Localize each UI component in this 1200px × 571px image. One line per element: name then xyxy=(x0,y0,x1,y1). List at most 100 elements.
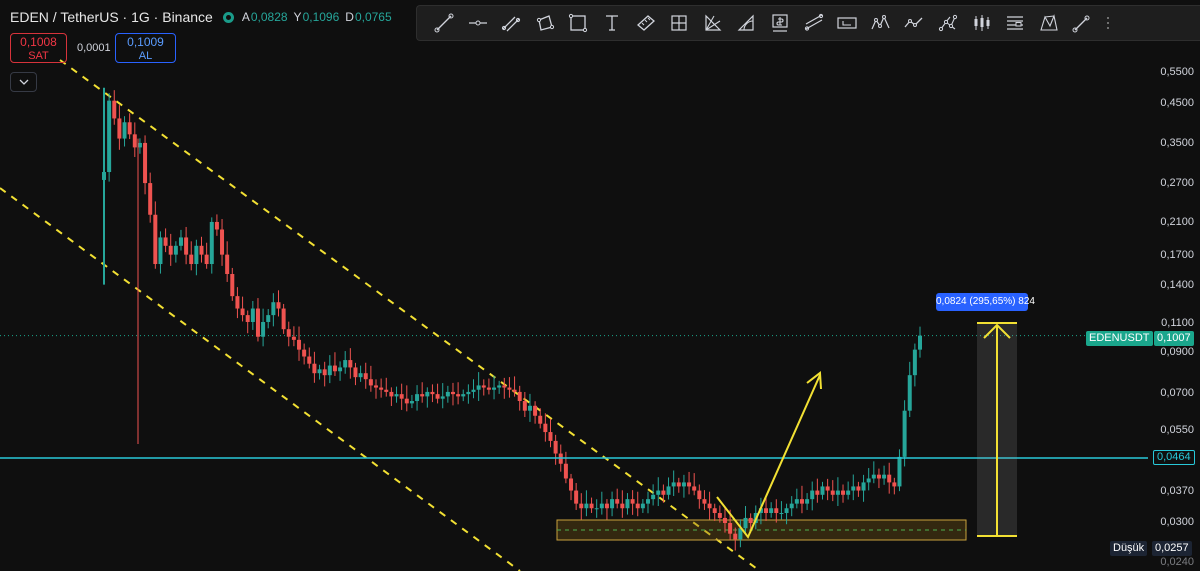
candle-body xyxy=(497,385,502,388)
candle-body xyxy=(779,513,784,515)
low-price-tag: 0,0257 xyxy=(1152,541,1192,556)
axis-tick: 0,1700 xyxy=(1160,249,1194,261)
xabcd-pattern-icon[interactable] xyxy=(1036,10,1062,36)
candle xyxy=(553,434,558,465)
candle xyxy=(671,470,676,497)
candle-body xyxy=(599,503,604,509)
toolbar-grip-icon[interactable] xyxy=(1103,10,1113,36)
candle-body xyxy=(471,389,476,392)
channel-upper-line xyxy=(59,59,761,571)
candle xyxy=(358,365,363,382)
symbol-title[interactable]: EDEN / TetherUS · 1G · Binance xyxy=(10,9,213,25)
candle xyxy=(830,480,835,502)
ruler-icon[interactable] xyxy=(633,10,659,36)
candle xyxy=(866,468,871,491)
text-cursor-icon[interactable] xyxy=(599,10,625,36)
long-position-icon[interactable] xyxy=(801,10,827,36)
candle xyxy=(918,326,922,358)
candle xyxy=(876,468,881,489)
candle xyxy=(502,377,507,399)
candle xyxy=(651,484,656,506)
candle-body xyxy=(394,394,399,397)
collapse-button[interactable] xyxy=(10,72,37,92)
candle-body xyxy=(127,122,132,135)
candle-body xyxy=(420,394,425,397)
candle xyxy=(579,493,584,520)
candle xyxy=(112,90,117,125)
candle-body xyxy=(712,508,717,514)
axis-tick: 0,3500 xyxy=(1160,137,1194,149)
buy-button[interactable]: 0,1009 AL xyxy=(115,33,176,63)
candle-body xyxy=(784,508,789,514)
horizontal-ray-icon[interactable] xyxy=(465,10,491,36)
grid-fib-icon[interactable] xyxy=(666,10,692,36)
candle xyxy=(209,217,214,274)
candle-body xyxy=(481,385,486,388)
candle xyxy=(692,473,697,496)
candle xyxy=(604,499,609,520)
candle xyxy=(389,387,394,406)
candle-body xyxy=(502,385,507,388)
table-icon[interactable] xyxy=(1002,10,1028,36)
candle-body xyxy=(404,398,409,404)
candles-layer xyxy=(102,87,922,551)
candle xyxy=(486,378,491,395)
candle-body xyxy=(563,463,568,479)
candle xyxy=(368,365,373,392)
brush-icon[interactable] xyxy=(1069,10,1095,36)
arc-icon[interactable] xyxy=(733,10,759,36)
candle xyxy=(805,493,810,510)
candle xyxy=(640,499,645,513)
candle-body xyxy=(687,482,692,487)
candle xyxy=(907,361,912,418)
candle-body xyxy=(137,142,142,148)
rectangle-rotated-icon[interactable] xyxy=(532,10,558,36)
candle xyxy=(548,418,553,448)
axis-tick: 0,0300 xyxy=(1160,516,1194,528)
candle xyxy=(599,491,604,515)
candle-body xyxy=(317,369,322,374)
candle xyxy=(214,214,219,236)
candle xyxy=(363,362,368,389)
network-icon[interactable] xyxy=(935,10,961,36)
candle-body xyxy=(189,254,194,265)
buy-label: AL xyxy=(138,50,153,62)
candle xyxy=(527,393,532,422)
candle xyxy=(851,474,856,501)
candle-body xyxy=(353,367,358,378)
candle-body xyxy=(810,490,815,500)
candle xyxy=(379,378,384,398)
candle xyxy=(846,481,851,500)
candles-icon[interactable] xyxy=(969,10,995,36)
candle-body xyxy=(302,349,307,357)
elliott-wave-icon[interactable] xyxy=(868,10,894,36)
ruler-flat-icon[interactable] xyxy=(834,10,860,36)
candle-body xyxy=(794,499,799,504)
rectangle-icon[interactable] xyxy=(565,10,591,36)
axis-tick: 0,5500 xyxy=(1160,66,1194,78)
zigzag-icon[interactable] xyxy=(901,10,927,36)
candle xyxy=(825,478,830,501)
candle-body xyxy=(799,499,804,504)
candle-body xyxy=(820,486,825,495)
candle-body xyxy=(517,391,522,402)
candle-body xyxy=(286,329,291,337)
candle xyxy=(584,490,589,517)
candle-body xyxy=(204,254,209,265)
sell-button[interactable]: 0,1008 SAT xyxy=(10,33,67,63)
candle-body xyxy=(158,237,163,265)
candle xyxy=(471,379,476,399)
price-chart[interactable] xyxy=(0,0,1200,571)
candle xyxy=(610,491,615,517)
candle-body xyxy=(912,349,917,376)
candle xyxy=(343,351,348,374)
candle-body xyxy=(676,482,681,487)
price-note-icon[interactable] xyxy=(767,10,793,36)
trend-line-icon[interactable] xyxy=(431,10,457,36)
level-price-tag: 0,0464 xyxy=(1153,450,1195,465)
candle-body xyxy=(225,254,230,275)
gann-icon[interactable] xyxy=(700,10,726,36)
low-label-tag: Düşük xyxy=(1110,541,1148,556)
parallel-channel-icon[interactable] xyxy=(498,10,524,36)
candle xyxy=(163,228,168,253)
